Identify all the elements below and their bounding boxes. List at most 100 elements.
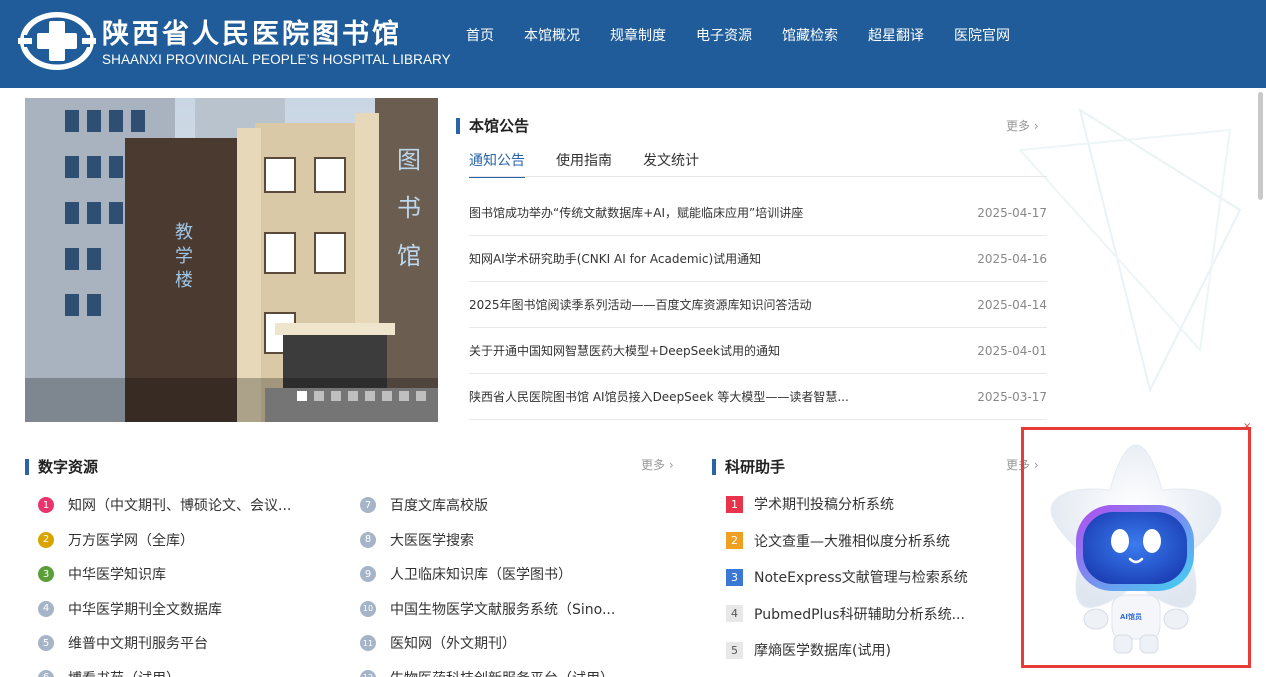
notice-title[interactable]: 陕西省人民医院图书馆 AI馆员接入DeepSeek 等大模型——读者智慧... bbox=[469, 388, 849, 405]
list-item[interactable]: 陕西省人民医院图书馆 AI馆员接入DeepSeek 等大模型——读者智慧... … bbox=[469, 374, 1047, 420]
list-item[interactable]: 6 博看书苑（试用） bbox=[38, 661, 338, 677]
list-item[interactable]: 4 中华医学期刊全文数据库 bbox=[38, 592, 338, 627]
notice-title[interactable]: 2025年图书馆阅读季系列活动——百度文库资源库知识问答活动 bbox=[469, 296, 812, 313]
tab-notices[interactable]: 通知公告 bbox=[469, 150, 525, 178]
resource-link[interactable]: 中国生物医学文献服务系统（Sino... bbox=[390, 599, 615, 619]
nav-home[interactable]: 首页 bbox=[466, 25, 494, 47]
banner-dot-2[interactable] bbox=[314, 391, 324, 401]
ai-close-icon[interactable]: × bbox=[1243, 421, 1251, 432]
banner-dot-7[interactable] bbox=[399, 391, 409, 401]
resource-link[interactable]: 中华医学期刊全文数据库 bbox=[68, 599, 222, 619]
resource-link[interactable]: 中华医学知识库 bbox=[68, 564, 166, 584]
notice-more-link[interactable]: 更多 › bbox=[1006, 117, 1039, 134]
tab-user-guide[interactable]: 使用指南 bbox=[556, 150, 612, 178]
banner-dot-4[interactable] bbox=[348, 391, 358, 401]
list-item[interactable]: 7 百度文库高校版 bbox=[360, 488, 660, 523]
hospital-cross-logo-icon[interactable] bbox=[18, 10, 96, 72]
notice-date: 2025-03-17 bbox=[977, 389, 1047, 404]
num-badge: 4 bbox=[726, 605, 743, 623]
tab-publication-stats[interactable]: 发文统计 bbox=[643, 150, 699, 178]
num-badge: 5 bbox=[38, 635, 54, 652]
nav-chaoxing-translate[interactable]: 超星翻译 bbox=[868, 25, 924, 47]
num-badge: 2 bbox=[38, 531, 54, 548]
research-section-title: 科研助手 bbox=[712, 459, 785, 475]
list-item[interactable]: 4 PubmedPlus科研辅助分析系统... bbox=[726, 596, 1016, 633]
nav-catalog-search[interactable]: 馆藏检索 bbox=[782, 25, 838, 47]
svg-text:馆: 馆 bbox=[397, 242, 421, 270]
resource-link[interactable]: 医知网（外文期刊） bbox=[390, 633, 516, 653]
notice-title[interactable]: 关于开通中国知网智慧医药大模型+DeepSeek试用的通知 bbox=[469, 342, 780, 359]
banner-slideshow[interactable]: 图 书 馆 教 学 楼 bbox=[25, 98, 438, 422]
digital-col-left: 1 知网（中文期刊、博硕论文、会议... 2 万方医学网（全库） 3 中华医学知识库 … bbox=[38, 488, 338, 677]
resource-link[interactable]: 知网（中文期刊、博硕论文、会议... bbox=[68, 495, 291, 515]
notice-date: 2025-04-17 bbox=[977, 205, 1047, 220]
page-scrollbar-thumb[interactable] bbox=[1258, 92, 1263, 200]
site-header: 陕西省人民医院图书馆 SHAANXI PROVINCIAL PEOPLE’S H… bbox=[0, 0, 1266, 88]
notice-title[interactable]: 知网AI学术研究助手(CNKI AI for Academic)试用通知 bbox=[469, 250, 761, 267]
notice-list: 图书馆成功举办“传统文献数据库+AI，赋能临床应用”培训讲座 2025-04-1… bbox=[469, 190, 1047, 420]
library-building-photo: 图 书 馆 教 学 楼 bbox=[25, 98, 438, 422]
banner-dot-6[interactable] bbox=[382, 391, 392, 401]
list-item[interactable]: 知网AI学术研究助手(CNKI AI for Academic)试用通知 202… bbox=[469, 236, 1047, 282]
list-item[interactable]: 10 中国生物医学文献服务系统（Sino... bbox=[360, 592, 660, 627]
banner-dot-3[interactable] bbox=[331, 391, 341, 401]
resource-link[interactable]: 大医医学搜索 bbox=[390, 530, 474, 550]
digital-more-link[interactable]: 更多 › bbox=[641, 456, 674, 473]
num-badge: 8 bbox=[360, 531, 376, 548]
nav-hospital-site[interactable]: 医院官网 bbox=[954, 25, 1010, 47]
resource-link[interactable]: 维普中文期刊服务平台 bbox=[68, 633, 208, 653]
num-badge: 10 bbox=[360, 600, 376, 617]
num-badge: 2 bbox=[726, 532, 743, 550]
list-item[interactable]: 1 知网（中文期刊、博硕论文、会议... bbox=[38, 488, 338, 523]
list-item[interactable]: 关于开通中国知网智慧医药大模型+DeepSeek试用的通知 2025-04-01 bbox=[469, 328, 1047, 374]
list-item[interactable]: 3 中华医学知识库 bbox=[38, 557, 338, 592]
banner-dot-1[interactable] bbox=[297, 391, 307, 401]
resource-link[interactable]: 万方医学网（全库） bbox=[68, 530, 194, 550]
list-item[interactable]: 图书馆成功举办“传统文献数据库+AI，赋能临床应用”培训讲座 2025-04-1… bbox=[469, 190, 1047, 236]
num-badge: 6 bbox=[38, 669, 54, 677]
list-item[interactable]: 2025年图书馆阅读季系列活动——百度文库资源库知识问答活动 2025-04-1… bbox=[469, 282, 1047, 328]
svg-text:书: 书 bbox=[397, 194, 421, 222]
num-badge: 12 bbox=[360, 669, 376, 677]
resource-link[interactable]: 人卫临床知识库（医学图书） bbox=[390, 564, 572, 584]
banner-dot-5[interactable] bbox=[365, 391, 375, 401]
list-item[interactable]: 2 论文查重—大雅相似度分析系统 bbox=[726, 523, 1016, 560]
list-item[interactable]: 9 人卫临床知识库（医学图书） bbox=[360, 557, 660, 592]
research-tool-link[interactable]: NoteExpress文献管理与检索系统 bbox=[754, 567, 968, 587]
nav-e-resources[interactable]: 电子资源 bbox=[696, 25, 752, 47]
list-item[interactable]: 12 生物医药科技创新服务平台（试用） bbox=[360, 661, 660, 677]
list-item[interactable]: 2 万方医学网（全库） bbox=[38, 523, 338, 558]
logo-title-en: SHAANXI PROVINCIAL PEOPLE’S HOSPITAL LIB… bbox=[102, 52, 451, 67]
digital-section-title: 数字资源 bbox=[25, 459, 98, 475]
list-item[interactable]: 8 大医医学搜索 bbox=[360, 523, 660, 558]
notice-section-title: 本馆公告 bbox=[456, 118, 529, 134]
research-tool-link[interactable]: 论文查重—大雅相似度分析系统 bbox=[754, 531, 950, 551]
list-item[interactable]: 11 医知网（外文期刊） bbox=[360, 626, 660, 661]
num-badge: 5 bbox=[726, 641, 743, 659]
nav-about[interactable]: 本馆概况 bbox=[524, 25, 580, 47]
svg-text:学: 学 bbox=[175, 246, 193, 267]
banner-dot-8[interactable] bbox=[416, 391, 426, 401]
num-badge: 11 bbox=[360, 635, 376, 652]
research-tool-link[interactable]: 学术期刊投稿分析系统 bbox=[754, 494, 894, 514]
nav-rules[interactable]: 规章制度 bbox=[610, 25, 666, 47]
ai-robot-icon[interactable] bbox=[1030, 435, 1242, 660]
resource-link[interactable]: 百度文库高校版 bbox=[390, 495, 488, 515]
digital-col-right: 7 百度文库高校版 8 大医医学搜索 9 人卫临床知识库（医学图书） 10 中国生物医学… bbox=[360, 488, 660, 677]
main-nav: 首页 本馆概况 规章制度 电子资源 馆藏检索 超星翻译 医院官网 bbox=[466, 25, 1040, 47]
list-item[interactable]: 1 学术期刊投稿分析系统 bbox=[726, 486, 1016, 523]
resource-link[interactable]: 博看书苑（试用） bbox=[68, 668, 180, 677]
research-tool-link[interactable]: PubmedPlus科研辅助分析系统... bbox=[754, 604, 965, 624]
research-tool-list: 1 学术期刊投稿分析系统 2 论文查重—大雅相似度分析系统 3 NoteExpress… bbox=[726, 486, 1016, 669]
notice-title[interactable]: 图书馆成功举办“传统文献数据库+AI，赋能临床应用”培训讲座 bbox=[469, 204, 803, 221]
research-tool-link[interactable]: 摩熵医学数据库(试用) bbox=[754, 640, 891, 660]
logo-title-cn: 陕西省人民医院图书馆 bbox=[102, 19, 402, 50]
list-item[interactable]: 5 摩熵医学数据库(试用) bbox=[726, 632, 1016, 669]
num-badge: 3 bbox=[726, 568, 743, 586]
num-badge: 4 bbox=[38, 600, 54, 617]
resource-link[interactable]: 生物医药科技创新服务平台（试用） bbox=[390, 668, 614, 677]
num-badge: 7 bbox=[360, 497, 376, 514]
tabs-divider bbox=[469, 176, 1047, 177]
list-item[interactable]: 5 维普中文期刊服务平台 bbox=[38, 626, 338, 661]
list-item[interactable]: 3 NoteExpress文献管理与检索系统 bbox=[726, 559, 1016, 596]
